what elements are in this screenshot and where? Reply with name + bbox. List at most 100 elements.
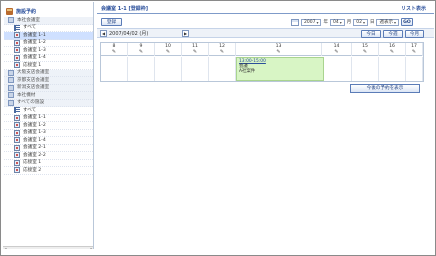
room-icon <box>14 32 20 39</box>
day-column-header: 16 ✎ <box>379 43 406 56</box>
sidebar-scrollbar[interactable]: ◂ ▸ <box>3 246 93 250</box>
sidebar-title: 施設予約 <box>16 8 37 15</box>
facility-item[interactable]: 会議室 1-4 <box>4 54 93 62</box>
pencil-icon[interactable]: ✎ <box>390 50 395 55</box>
room-icon <box>14 122 20 129</box>
sidebar-header[interactable]: 施設予約 <box>2 6 93 16</box>
day-column-header: 13 ✎ <box>236 43 322 56</box>
facility-label: 会議室 1-2 <box>23 40 46 45</box>
facility-item[interactable]: 応接室 2 <box>4 167 93 175</box>
folder-icon <box>8 17 14 24</box>
sidebar: 施設予約 本社会議室 すべて 会議室 1-1 会議室 1-2 会議室 1-3 会議室 1-… <box>2 2 94 249</box>
facility-item[interactable]: 会議室 1-3 <box>4 129 93 137</box>
this-month-button[interactable]: 今月 <box>405 30 424 38</box>
scroll-left-icon[interactable]: ◂ <box>3 247 8 250</box>
day-column-header: 11 ✎ <box>182 43 209 56</box>
folder-icon <box>8 84 14 91</box>
facility-label: 会議室 1-4 <box>23 137 46 143</box>
calendar-icon[interactable] <box>291 18 299 26</box>
facility-item[interactable]: 会議室 1-2 <box>4 122 93 130</box>
facility-label: 会議室 1-1 <box>23 115 46 120</box>
pencil-icon[interactable]: ✎ <box>412 50 417 55</box>
facility-item[interactable]: 会議室 1-1 <box>4 114 93 122</box>
facility-label: 本社会議室 <box>17 17 40 23</box>
day-cell[interactable] <box>209 57 236 81</box>
room-icon <box>14 114 20 121</box>
day-cell[interactable] <box>406 57 423 81</box>
facility-item[interactable]: すべて <box>4 24 93 32</box>
folder-icon <box>8 99 14 106</box>
pencil-icon[interactable]: ✎ <box>193 50 198 55</box>
go-button[interactable]: GO <box>400 18 413 26</box>
facility-label: すべての施設 <box>17 100 45 105</box>
date-navigation: ◀ 2007/04/02 (月) ▶ 今日 今週 今月 <box>97 28 434 38</box>
facility-item[interactable]: 会議室 2-2 <box>4 152 93 160</box>
facility-item[interactable]: 会議室 2-1 <box>4 144 93 152</box>
pencil-icon[interactable]: ✎ <box>166 50 171 55</box>
room-icon <box>14 152 20 159</box>
facility-label: 会議室 1-2 <box>23 122 46 128</box>
pencil-icon[interactable]: ✎ <box>139 50 144 55</box>
facility-group[interactable]: すべての施設 <box>4 99 93 107</box>
room-icon <box>14 54 20 61</box>
schedule-grid: 8 ✎ 9 ✎ 10 ✎ 11 ✎ 12 ✎ 13 ✎ 14 ✎ 15 ✎ 16 ✎ 17 ✎ 13:00-15:00… <box>100 42 424 82</box>
facility-label: すべて <box>23 25 37 30</box>
reservation-event[interactable]: 13:00-15:00 会議 A社案件 <box>236 57 324 81</box>
folder-icon <box>8 69 14 76</box>
grid-header: 8 ✎ 9 ✎ 10 ✎ 11 ✎ 12 ✎ 13 ✎ 14 ✎ 15 ✎ 16 ✎ 17 ✎ <box>101 43 423 56</box>
day-cell[interactable] <box>379 57 406 81</box>
register-button[interactable]: 登録 <box>101 18 122 26</box>
page-title: 会議室 1-1 [登録枠] <box>101 6 149 12</box>
facility-label: 京都支店会議室 <box>17 77 50 83</box>
this-week-button[interactable]: 今週 <box>383 30 403 38</box>
view-mode-value: 週表示 <box>379 20 393 25</box>
main-panel: 会議室 1-1 [登録枠] リスト表示 登録 2007 年 04 月 02 日 … <box>97 2 434 249</box>
day-column-header: 10 ✎ <box>155 43 182 56</box>
title-bar: 会議室 1-1 [登録枠] リスト表示 <box>97 5 434 14</box>
pencil-icon[interactable]: ✎ <box>276 50 281 55</box>
day-cell[interactable] <box>352 57 379 81</box>
month-unit: 月 <box>346 20 352 25</box>
facility-label: 新潟支店会議室 <box>17 85 50 90</box>
previous-week-icon[interactable]: ◀ <box>100 30 107 37</box>
facility-group[interactable]: 本社会議室 <box>4 17 93 25</box>
day-select[interactable]: 02 <box>353 18 368 26</box>
facility-item[interactable]: 会議室 1-3 <box>4 47 93 55</box>
facility-item[interactable]: 応接室 1 <box>4 159 93 167</box>
pencil-icon[interactable]: ✎ <box>363 50 368 55</box>
room-icon <box>14 144 20 151</box>
day-column-header: 15 ✎ <box>352 43 379 56</box>
toolbar: 登録 2007 年 04 月 02 日 週表示 GO <box>97 17 434 27</box>
facility-label: 応接室 1 <box>23 160 42 165</box>
day-cell[interactable] <box>101 57 128 81</box>
view-mode-select[interactable]: 週表示 <box>376 18 399 26</box>
year-value: 2007 <box>304 19 316 25</box>
list-view-link[interactable]: リスト表示 <box>401 5 426 12</box>
next-week-icon[interactable]: ▶ <box>182 30 189 37</box>
facility-label: 会議室 2-1 <box>23 145 46 150</box>
list-icon <box>14 107 20 114</box>
day-cell[interactable] <box>322 57 352 81</box>
upcoming-reservations-button[interactable]: 今後の予約を表示 <box>350 84 420 93</box>
day-column-header: 17 ✎ <box>406 43 423 56</box>
facility-item[interactable]: 会議室 1-2 <box>4 39 93 47</box>
day-value: 02 <box>356 19 362 25</box>
facility-item[interactable]: すべて <box>4 107 93 115</box>
day-cell[interactable] <box>128 57 155 81</box>
month-select[interactable]: 04 <box>329 18 345 26</box>
day-cell[interactable] <box>155 57 182 81</box>
pencil-icon[interactable]: ✎ <box>112 50 117 55</box>
scroll-right-icon[interactable]: ▸ <box>89 247 93 250</box>
facility-tree: 本社会議室 すべて 会議室 1-1 会議室 1-2 会議室 1-3 会議室 1-4 応接室 … <box>4 17 93 175</box>
today-button[interactable]: 今日 <box>361 30 381 38</box>
current-date: 2007/04/02 (月) <box>109 31 149 37</box>
date-selector: 2007 年 04 月 02 日 週表示 GO <box>291 18 413 26</box>
day-cell[interactable] <box>182 57 209 81</box>
day-column-header: 12 ✎ <box>209 43 236 56</box>
pencil-icon[interactable]: ✎ <box>220 50 225 55</box>
facility-item[interactable]: 会議室 1-4 <box>4 137 93 145</box>
facility-label: 会議室 1-3 <box>23 47 46 53</box>
year-select[interactable]: 2007 <box>301 18 322 26</box>
facility-item[interactable]: 会議室 1-1 <box>4 32 93 40</box>
pencil-icon[interactable]: ✎ <box>334 50 339 55</box>
